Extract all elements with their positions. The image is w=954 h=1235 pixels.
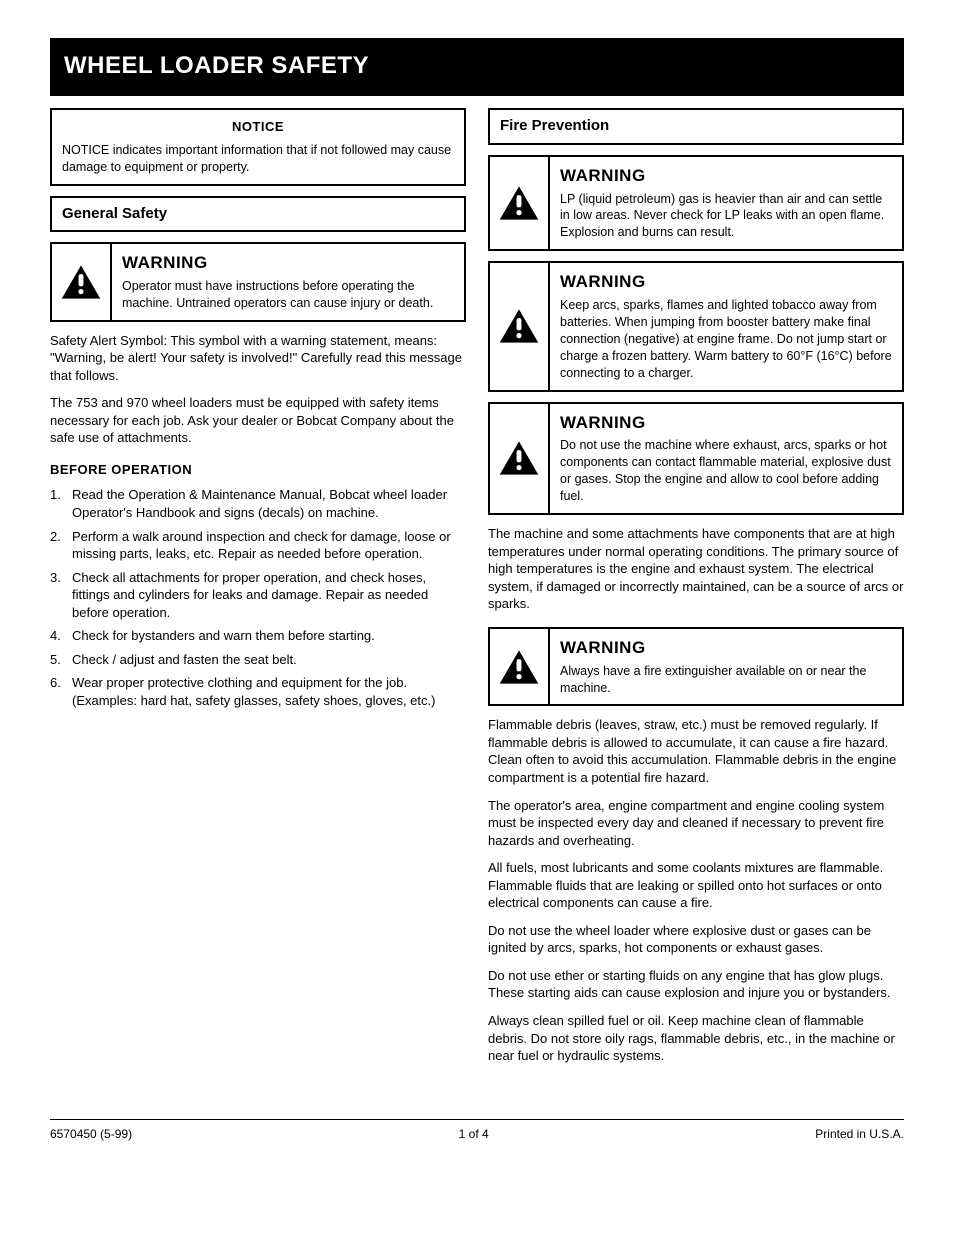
warning-level: WARNING [122, 252, 454, 275]
general-warning-row: WARNING Operator must have instructions … [50, 242, 466, 322]
alert-triangle-icon [498, 307, 540, 345]
right-body-1: The machine and some attachments have co… [488, 525, 904, 613]
list-item: 4. Check for bystanders and warn them be… [50, 627, 466, 645]
alert-triangle-icon [498, 184, 540, 222]
warning-level: WARNING [560, 271, 892, 294]
list-item: 3. Check all attachments for proper oper… [50, 569, 466, 622]
warning-body: Keep arcs, sparks, flames and lighted to… [560, 298, 892, 380]
warning-body: Operator must have instructions before o… [122, 279, 433, 310]
list-number: 3. [50, 569, 72, 622]
list-item: 6. Wear proper protective clothing and e… [50, 674, 466, 709]
battery-warning: WARNING Keep arcs, sparks, flames and li… [488, 261, 904, 391]
lp-gas-warning: WARNING LP (liquid petroleum) gas is hea… [488, 155, 904, 252]
warning-icon-cell [490, 629, 550, 705]
left-body-paragraphs: Safety Alert Symbol: This symbol with a … [50, 332, 466, 447]
high-temp-para: The machine and some attachments have co… [488, 525, 904, 613]
right-body-2: Flammable debris (leaves, straw, etc.) m… [488, 716, 904, 1064]
list-number: 6. [50, 674, 72, 709]
list-number: 2. [50, 528, 72, 563]
warning-text-cell: WARNING Keep arcs, sparks, flames and li… [550, 263, 902, 389]
warning-icon-cell [490, 157, 550, 250]
list-text: Read the Operation & Maintenance Manual,… [72, 486, 466, 521]
debris-para: Flammable debris (leaves, straw, etc.) m… [488, 716, 904, 786]
list-item: 1. Read the Operation & Maintenance Manu… [50, 486, 466, 521]
flammable-fluids-para: All fuels, most lubricants and some cool… [488, 859, 904, 912]
alert-triangle-icon [60, 263, 102, 301]
footer-page-number: 1 of 4 [459, 1126, 489, 1142]
list-number: 4. [50, 627, 72, 645]
explosive-dust-para: Do not use the wheel loader where explos… [488, 922, 904, 957]
warning-level: WARNING [560, 412, 892, 435]
page-title-bar: WHEEL LOADER SAFETY [50, 38, 904, 96]
warning-level: WARNING [560, 637, 892, 660]
list-text: Check for bystanders and warn them befor… [72, 627, 466, 645]
equipment-para: The 753 and 970 wheel loaders must be eq… [50, 394, 466, 447]
list-number: 5. [50, 651, 72, 669]
notice-heading: NOTICE [62, 118, 454, 136]
warning-body: LP (liquid petroleum) gas is heavier tha… [560, 192, 884, 240]
clean-spills-para: Always clean spilled fuel or oil. Keep m… [488, 1012, 904, 1065]
left-column: NOTICE NOTICE indicates important inform… [50, 108, 466, 1078]
footer-doc-id: 6570450 (5-99) [50, 1126, 132, 1142]
page-title: WHEEL LOADER SAFETY [64, 52, 369, 79]
general-warning-text: WARNING Operator must have instructions … [112, 244, 464, 320]
extinguisher-warning: WARNING Always have a fire extinguisher … [488, 627, 904, 707]
right-column: Fire Prevention WARNING LP (liquid petro… [488, 108, 904, 1078]
warning-body: Always have a fire extinguisher availabl… [560, 664, 866, 695]
safety-alert-para: Safety Alert Symbol: This symbol with a … [50, 332, 466, 385]
general-safety-header: General Safety [50, 196, 466, 232]
alert-triangle-icon [498, 439, 540, 477]
list-text: Perform a walk around inspection and che… [72, 528, 466, 563]
warning-icon-cell [490, 404, 550, 513]
list-text: Check all attachments for proper operati… [72, 569, 466, 622]
list-item: 5. Check / adjust and fasten the seat be… [50, 651, 466, 669]
warning-icon-cell [52, 244, 112, 320]
footer-origin: Printed in U.S.A. [815, 1126, 904, 1142]
ether-para: Do not use ether or starting fluids on a… [488, 967, 904, 1002]
warning-body: Do not use the machine where exhaust, ar… [560, 438, 891, 503]
warning-text-cell: WARNING Do not use the machine where exh… [550, 404, 902, 513]
alert-triangle-icon [498, 648, 540, 686]
notice-body: NOTICE indicates important information t… [62, 142, 454, 176]
warning-icon-cell [490, 263, 550, 389]
notice-box: NOTICE NOTICE indicates important inform… [50, 108, 466, 185]
list-number: 1. [50, 486, 72, 521]
warning-level: WARNING [560, 165, 892, 188]
exhaust-warning: WARNING Do not use the machine where exh… [488, 402, 904, 515]
warning-text-cell: WARNING Always have a fire extinguisher … [550, 629, 902, 705]
list-text: Wear proper protective clothing and equi… [72, 674, 466, 709]
list-text: Check / adjust and fasten the seat belt. [72, 651, 466, 669]
fire-prevention-header: Fire Prevention [488, 108, 904, 144]
two-column-layout: NOTICE NOTICE indicates important inform… [50, 108, 904, 1078]
page-footer: 6570450 (5-99) 1 of 4 Printed in U.S.A. [50, 1119, 904, 1142]
list-item: 2. Perform a walk around inspection and … [50, 528, 466, 563]
inspect-para: The operator's area, engine compartment … [488, 797, 904, 850]
before-operation-heading: BEFORE OPERATION [50, 461, 466, 479]
warning-text-cell: WARNING LP (liquid petroleum) gas is hea… [550, 157, 902, 250]
